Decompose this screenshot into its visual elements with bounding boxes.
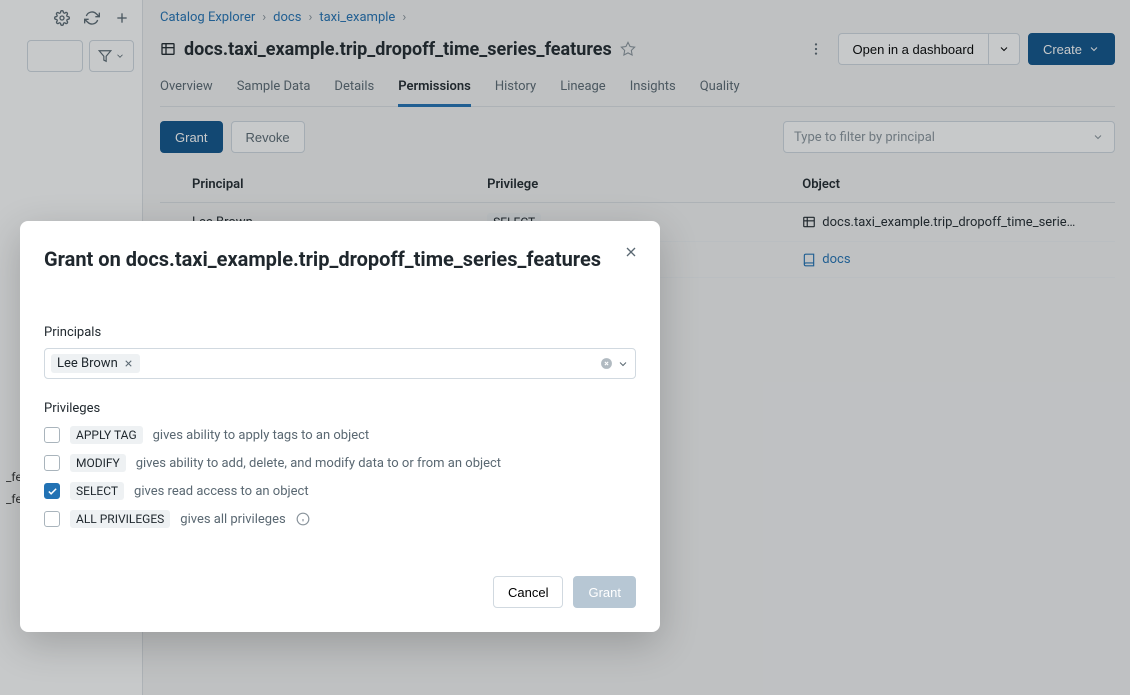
privilege-row-all: ALL PRIVILEGES gives all privileges	[44, 510, 636, 528]
privilege-desc: gives all privileges	[180, 512, 285, 527]
privilege-row-apply-tag: APPLY TAG gives ability to apply tags to…	[44, 426, 636, 444]
checkbox[interactable]	[44, 511, 60, 527]
modal-title: Grant on docs.taxi_example.trip_dropoff_…	[44, 245, 636, 273]
clear-icon[interactable]	[600, 357, 613, 370]
privilege-desc: gives read access to an object	[134, 484, 309, 499]
privilege-row-modify: MODIFY gives ability to add, delete, and…	[44, 454, 636, 472]
checkbox[interactable]	[44, 455, 60, 471]
info-icon[interactable]	[296, 512, 310, 526]
principals-input[interactable]: Lee Brown	[44, 348, 636, 379]
tag-remove-icon[interactable]	[123, 358, 134, 369]
modal-grant-button[interactable]: Grant	[573, 576, 636, 608]
chevron-down-icon[interactable]	[617, 358, 629, 370]
privilege-desc: gives ability to apply tags to an object	[153, 428, 370, 443]
privileges-label: Privileges	[44, 401, 636, 416]
checkbox[interactable]	[44, 427, 60, 443]
close-icon[interactable]	[620, 241, 642, 263]
checkbox[interactable]	[44, 483, 60, 499]
privilege-name: SELECT	[70, 482, 124, 500]
grant-modal: Grant on docs.taxi_example.trip_dropoff_…	[20, 221, 660, 632]
privilege-desc: gives ability to add, delete, and modify…	[136, 456, 501, 471]
privilege-row-select: SELECT gives read access to an object	[44, 482, 636, 500]
privilege-name: ALL PRIVILEGES	[70, 510, 170, 528]
privilege-name: MODIFY	[70, 454, 126, 472]
principals-label: Principals	[44, 325, 636, 340]
principal-tag: Lee Brown	[51, 354, 140, 373]
privilege-name: APPLY TAG	[70, 426, 143, 444]
cancel-button[interactable]: Cancel	[493, 576, 563, 608]
